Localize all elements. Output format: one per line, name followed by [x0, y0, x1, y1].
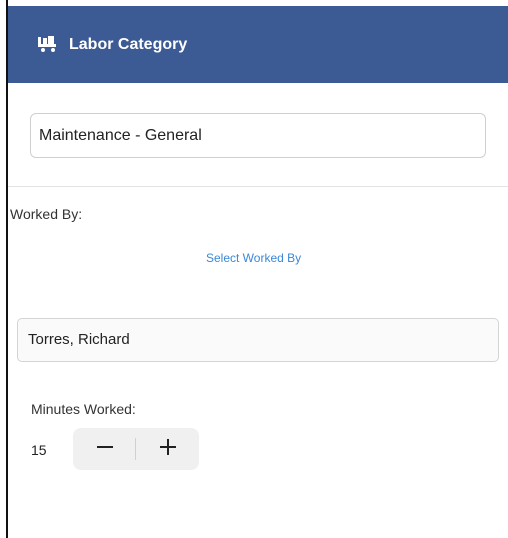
worked-by-field[interactable]: Torres, Richard — [17, 318, 499, 362]
plus-icon — [159, 438, 177, 461]
select-worked-by-link[interactable]: Select Worked By — [206, 251, 301, 265]
minus-icon — [96, 438, 114, 461]
labor-category-field[interactable]: Maintenance - General — [30, 113, 486, 158]
increment-button[interactable] — [136, 428, 199, 470]
page-title: Labor Category — [69, 36, 188, 53]
screen: Labor Category Maintenance - General Wor… — [0, 0, 508, 538]
header-bar: Labor Category — [8, 6, 508, 83]
minutes-worked-label: Minutes Worked: — [31, 401, 136, 417]
minutes-stepper — [73, 428, 199, 470]
cart-icon — [37, 35, 57, 53]
section-divider — [8, 186, 508, 187]
minutes-worked-value: 15 — [31, 442, 47, 458]
decrement-button[interactable] — [73, 428, 136, 470]
worked-by-label: Worked By: — [10, 206, 83, 222]
